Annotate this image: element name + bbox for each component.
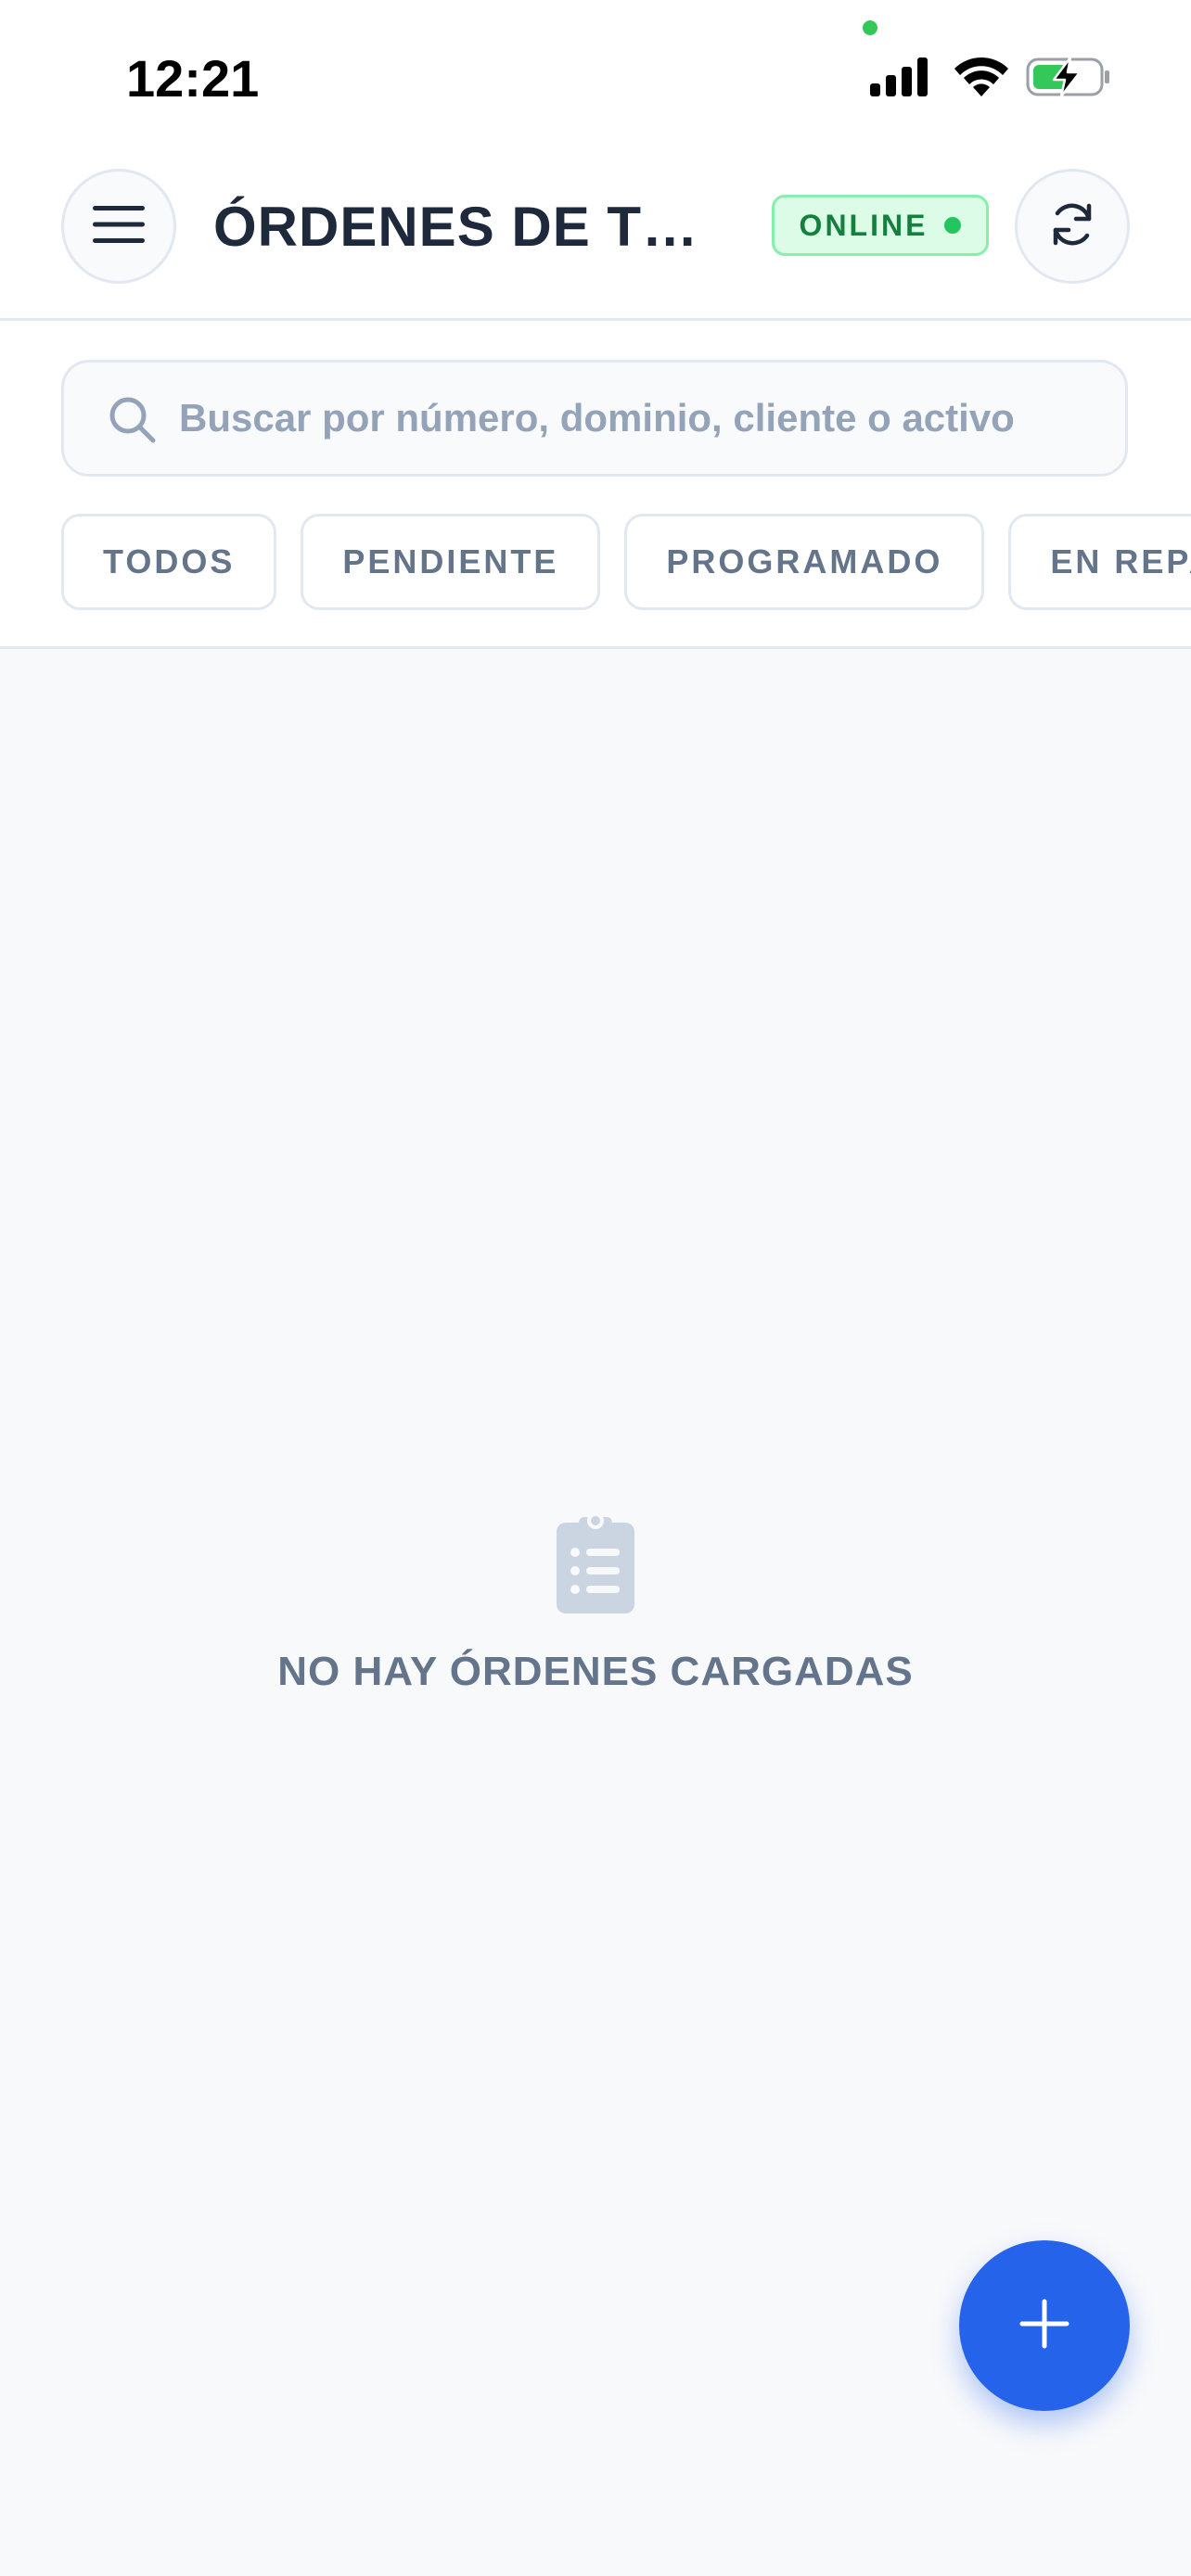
- status-badge-label: ONLINE: [799, 208, 928, 242]
- filter-chips: TODOS PENDIENTE PROGRAMADO EN REPARACIÓN: [61, 514, 1191, 610]
- refresh-icon: [1048, 200, 1096, 253]
- plus-icon: [1018, 2298, 1070, 2354]
- empty-state: NO HAY ÓRDENES CARGADAS: [0, 1511, 1191, 1695]
- status-dot-icon: [944, 217, 962, 234]
- filter-chip-pendiente[interactable]: PENDIENTE: [301, 514, 601, 610]
- clipboard-list-icon: [557, 1511, 634, 1613]
- search-box[interactable]: [61, 360, 1128, 477]
- search-input[interactable]: [179, 363, 1107, 474]
- app-screen: 12:21 ÓRDENES DE TRA ONLINE Buscar por n…: [0, 0, 1191, 2576]
- status-bar: 12:21: [0, 0, 1191, 158]
- search-toolbar: TODOS PENDIENTE PROGRAMADO EN REPARACIÓN: [0, 321, 1191, 649]
- refresh-button[interactable]: [1015, 169, 1130, 284]
- filter-chip-en-reparacion[interactable]: EN REPARACIÓN: [1008, 514, 1191, 610]
- app-header: ÓRDENES DE TRABAJO ONLINE: [0, 158, 1191, 321]
- signal-icon: [870, 57, 929, 96]
- menu-button[interactable]: [61, 169, 176, 284]
- privacy-indicator-dot: [863, 20, 877, 35]
- battery-charging-icon: [1026, 56, 1111, 98]
- search-icon: [107, 394, 159, 446]
- status-badge: ONLINE: [772, 195, 989, 256]
- hamburger-menu-icon: [93, 204, 145, 249]
- wifi-icon: [954, 56, 1009, 96]
- empty-state-message: NO HAY ÓRDENES CARGADAS: [277, 1649, 914, 1694]
- page-title: ÓRDENES DE TRABAJO: [213, 196, 733, 258]
- add-order-button[interactable]: [959, 2240, 1130, 2411]
- filter-chip-programado[interactable]: PROGRAMADO: [624, 514, 985, 610]
- status-time: 12:21: [126, 49, 260, 108]
- filter-chip-todos[interactable]: TODOS: [61, 514, 277, 610]
